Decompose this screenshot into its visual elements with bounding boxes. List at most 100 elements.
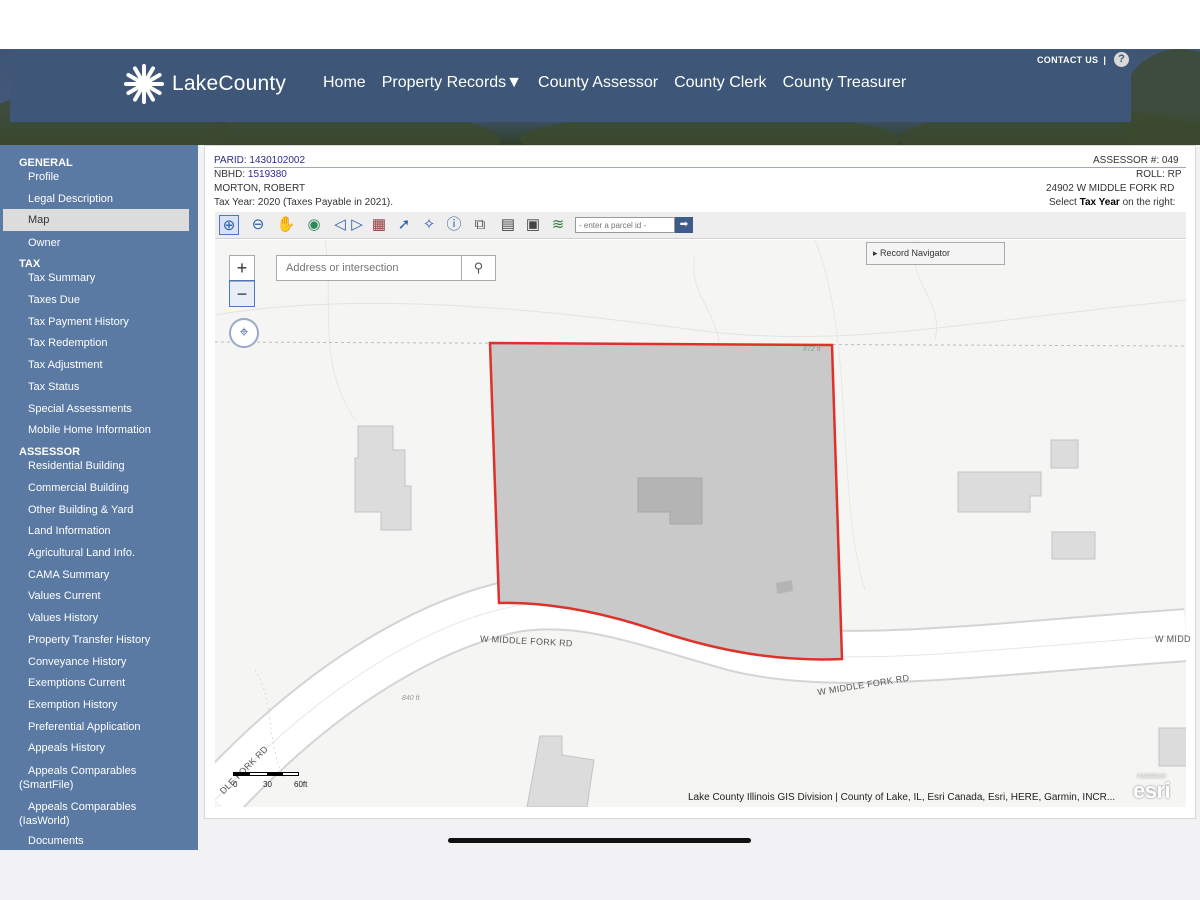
- print-icon[interactable]: ▤: [498, 215, 518, 235]
- nbhd-label: NBHD:: [214, 169, 246, 180]
- sidebar-item-legal-description[interactable]: Legal Description: [28, 193, 113, 205]
- property-address: 24902 W MIDDLE FORK RD: [1046, 183, 1175, 194]
- sidebar-item-commercial-building[interactable]: Commercial Building: [28, 482, 129, 494]
- parid-value: 1430102002: [249, 155, 306, 166]
- sidebar-item-values-history[interactable]: Values History: [28, 612, 98, 624]
- sidebar-item-tax-redemption[interactable]: Tax Redemption: [28, 337, 108, 349]
- sidebar-item-label: Appeals Comparables: [28, 801, 137, 813]
- nav-property-records[interactable]: Property Records▼: [382, 74, 522, 92]
- sidebar-item-label: (IasWorld): [19, 815, 70, 827]
- sidebar-item-label: Appeals Comparables: [28, 765, 137, 777]
- map-canvas[interactable]: [215, 240, 1186, 807]
- scale-label: 0: [233, 780, 238, 789]
- owner-name: MORTON, ROBERT: [214, 183, 306, 194]
- map-graphics: [215, 240, 1186, 807]
- sidebar-section-tax: TAX: [19, 258, 41, 270]
- sidebar-item-taxes-due[interactable]: Taxes Due: [28, 294, 80, 306]
- sidebar-item-label: (SmartFile): [19, 779, 74, 791]
- zoom-in-icon[interactable]: ⊕: [219, 215, 239, 235]
- sidebar-item-land-information[interactable]: Land Information: [28, 525, 111, 537]
- main-nav: Home Property Records▼ County Assessor C…: [323, 74, 922, 92]
- bottom-whitespace: [0, 850, 1200, 900]
- sidebar-item-tax-summary[interactable]: Tax Summary: [28, 272, 95, 284]
- select-arrow-icon[interactable]: ➚: [394, 215, 414, 235]
- assessor-number: ASSESSOR #: 049: [1093, 155, 1179, 166]
- sidebar-section-general: GENERAL: [19, 157, 73, 169]
- sidebar-section-assessor: ASSESSOR: [19, 446, 81, 458]
- help-icon[interactable]: ?: [1114, 52, 1130, 67]
- sidebar-item-cama-summary[interactable]: CAMA Summary: [28, 569, 109, 581]
- pan-hand-icon[interactable]: ✋: [276, 215, 296, 235]
- nbhd-line: NBHD: 1519380: [214, 169, 287, 180]
- brand-name: LakeCounty: [172, 72, 287, 95]
- sidebar-item-appeals-comparables-iasworld[interactable]: Appeals Comparables (IasWorld): [19, 800, 136, 828]
- snowflake-logo-icon: [122, 62, 166, 106]
- sidebar-item-property-transfer-history[interactable]: Property Transfer History: [28, 634, 150, 646]
- esri-powered-by: POWERED BY: [1137, 774, 1166, 780]
- select-hint-bold: Tax Year: [1079, 197, 1120, 208]
- forward-arrow-icon[interactable]: ▷: [347, 215, 367, 235]
- sidebar-item-owner[interactable]: Owner: [28, 237, 60, 249]
- sidebar-item-mobile-home-information[interactable]: Mobile Home Information: [28, 424, 151, 436]
- sidebar-item-tax-status[interactable]: Tax Status: [28, 381, 79, 393]
- parcel-id-input[interactable]: [575, 217, 675, 233]
- map-layer-icon[interactable]: ▦: [369, 215, 389, 235]
- sidebar-item-conveyance-history[interactable]: Conveyance History: [28, 656, 126, 668]
- map-zoom-in-button[interactable]: +: [230, 256, 254, 281]
- nbhd-value: 1519380: [247, 169, 287, 180]
- sidebar-item-agricultural-land-info[interactable]: Agricultural Land Info.: [28, 547, 135, 559]
- nav-county-assessor[interactable]: County Assessor: [538, 74, 658, 92]
- map-attribution[interactable]: Lake County Illinois GIS Division | Coun…: [688, 792, 1115, 803]
- select-tool-icon[interactable]: ✧: [419, 215, 439, 235]
- address-search-input[interactable]: [277, 256, 461, 280]
- sidebar-item-residential-building[interactable]: Residential Building: [28, 460, 125, 472]
- nav-home[interactable]: Home: [323, 74, 366, 92]
- screen-icon[interactable]: ▣: [523, 215, 543, 235]
- esri-wordmark: esri: [1133, 778, 1171, 803]
- locate-me-icon[interactable]: ⌖: [229, 318, 259, 348]
- contact-separator: |: [1103, 54, 1107, 65]
- esri-logo[interactable]: POWERED BY esri: [1133, 774, 1171, 804]
- nav-county-treasurer[interactable]: County Treasurer: [783, 74, 907, 92]
- sidebar-item-other-building-yard[interactable]: Other Building & Yard: [28, 504, 133, 516]
- select-hint-pre: Select: [1049, 197, 1077, 208]
- globe-icon[interactable]: ◉: [304, 215, 324, 235]
- sidebar-item-tax-payment-history[interactable]: Tax Payment History: [28, 316, 129, 328]
- parid-label: PARID:: [214, 155, 247, 166]
- select-tax-year-hint: Select Tax Year on the right:: [1049, 197, 1175, 208]
- address-search: ⚲: [276, 255, 496, 281]
- info-icon[interactable]: ⓘ: [444, 215, 464, 235]
- sidebar-item-profile[interactable]: Profile: [28, 171, 59, 183]
- record-navigator-button[interactable]: ▸ Record Navigator: [866, 242, 1005, 265]
- sidebar-item-documents[interactable]: Documents: [28, 835, 84, 847]
- road-label: W MIDD: [1155, 634, 1191, 644]
- header-divider: [214, 167, 1186, 168]
- lake-county-logo[interactable]: LakeCounty: [122, 62, 286, 106]
- scale-bar: 0 30 60ft: [233, 772, 307, 789]
- layers-icon[interactable]: ≋: [548, 215, 568, 235]
- sidebar-item-appeals-comparables-smartfile[interactable]: Appeals Comparables (SmartFile): [19, 764, 136, 792]
- roll-value: ROLL: RP: [1136, 169, 1182, 180]
- sidebar-item-appeals-history[interactable]: Appeals History: [28, 742, 105, 754]
- sidebar-item-exemption-history[interactable]: Exemption History: [28, 699, 117, 711]
- home-indicator[interactable]: [448, 838, 751, 843]
- elevation-label: 840 ft: [402, 695, 420, 702]
- sidebar-item-tax-adjustment[interactable]: Tax Adjustment: [28, 359, 103, 371]
- zoom-out-icon[interactable]: ⊖: [248, 215, 268, 235]
- zoom-control: + −: [229, 255, 255, 307]
- sidebar-item-preferential-application[interactable]: Preferential Application: [28, 721, 141, 733]
- map-zoom-out-button[interactable]: −: [229, 280, 255, 307]
- contact-us-link[interactable]: CONTACT US: [1037, 55, 1098, 65]
- sidebar-item-values-current[interactable]: Values Current: [28, 590, 101, 602]
- nav-county-clerk[interactable]: County Clerk: [674, 74, 766, 92]
- elevation-label: 872 ft: [803, 346, 821, 353]
- sidebar-item-map[interactable]: Map: [3, 209, 189, 231]
- buffer-icon[interactable]: ⧉: [470, 215, 490, 235]
- sidebar-item-exemptions-current[interactable]: Exemptions Current: [28, 677, 125, 689]
- search-icon[interactable]: ⚲: [461, 256, 495, 280]
- scale-bar-graphic: [233, 772, 299, 776]
- contact-area: CONTACT US | ?: [1037, 52, 1130, 67]
- sidebar-item-special-assessments[interactable]: Special Assessments: [28, 403, 132, 415]
- parcel-go-button[interactable]: ➡: [675, 217, 693, 233]
- tax-year-text: Tax Year: 2020 (Taxes Payable in 2021).: [214, 197, 394, 208]
